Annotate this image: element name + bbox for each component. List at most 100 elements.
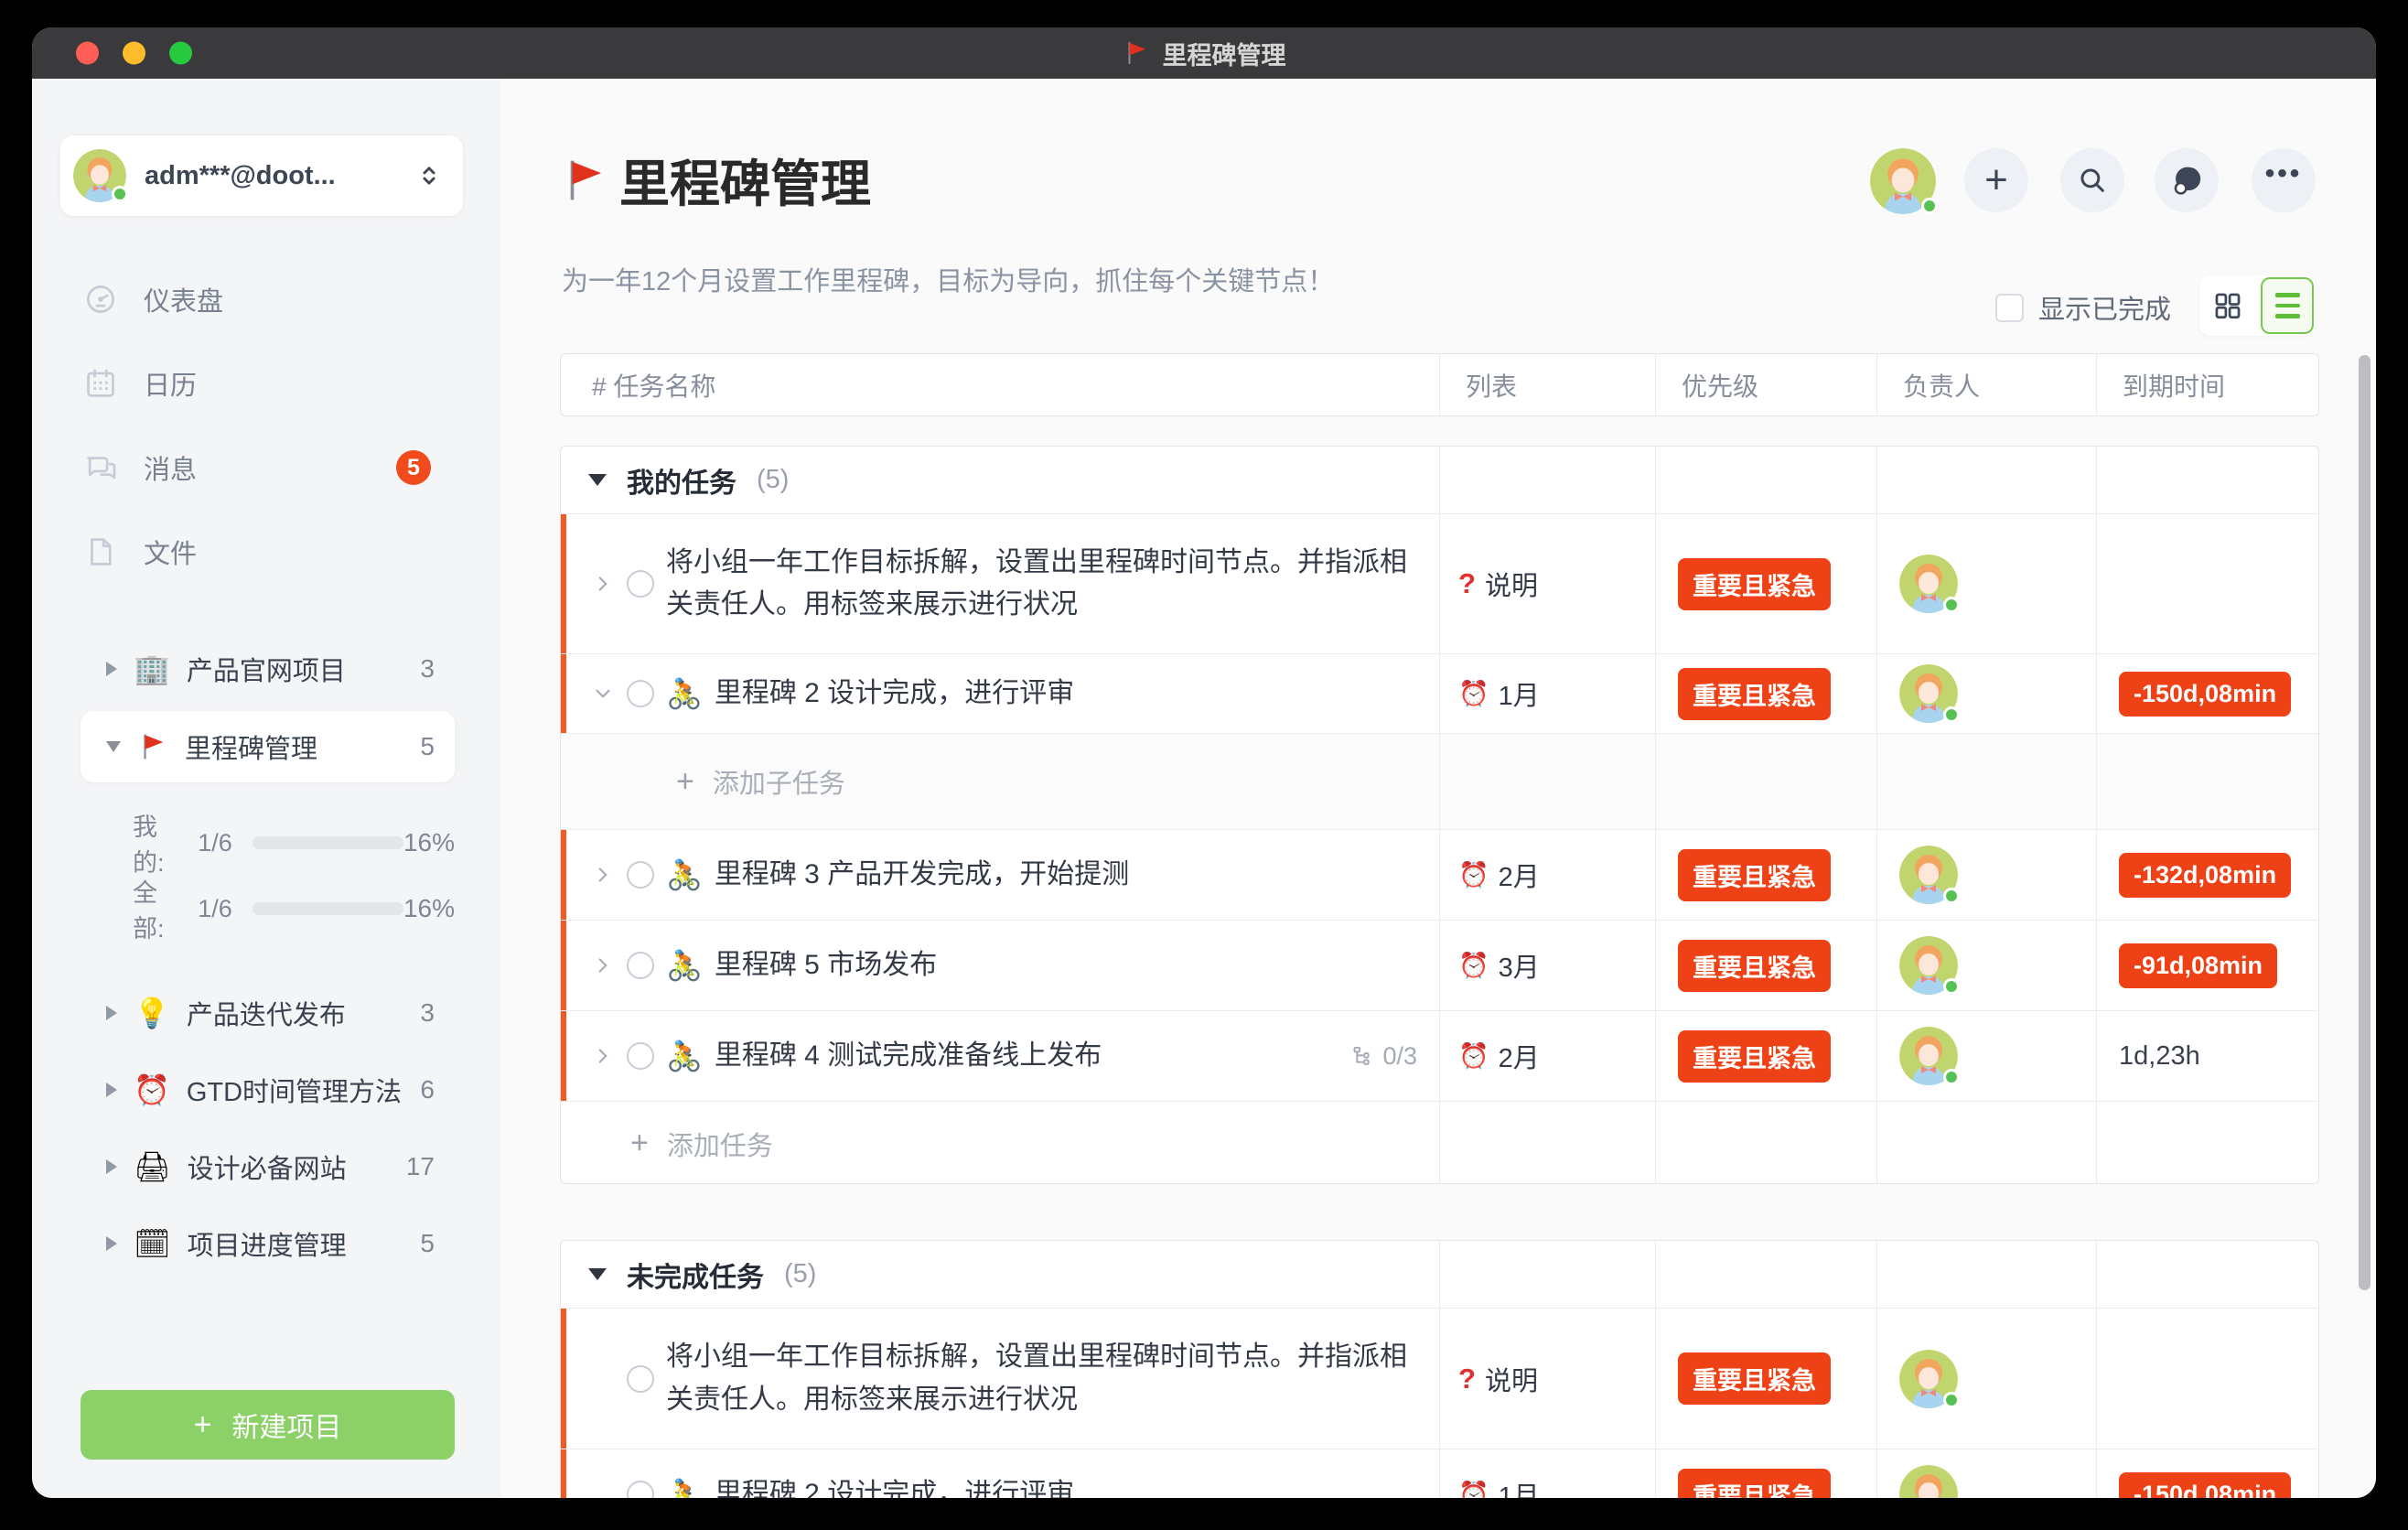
calendar-icon [83,366,118,401]
sidebar-item-calendar[interactable]: 日历 [60,354,463,413]
board-view-button[interactable] [2201,277,2254,334]
expand-right-icon[interactable] [106,1159,117,1174]
view-toggle [2199,275,2316,336]
account-switcher[interactable]: adm***@doot... [60,135,463,216]
project-emoji: 🗓 [134,1226,171,1261]
cyclist-emoji: 🚴 [666,1477,703,1498]
collapse-down-icon[interactable] [588,474,607,486]
list-name: 2月 [1499,856,1540,894]
project-item[interactable]: 🖨 设计必备网站 17 [81,1137,455,1196]
expand-right-icon[interactable] [106,662,117,676]
task-checkbox[interactable] [627,1481,654,1498]
collapse-down-icon[interactable] [591,682,615,706]
task-row[interactable]: 将小组一年工作目标拆解，设置出里程碑时间节点。并指派相关责任人。用标签来展示进行… [561,1308,2318,1449]
project-item[interactable]: 🏢 产品官网项目 3 [81,640,455,698]
collapse-down-icon[interactable] [106,741,121,752]
assignee-avatar[interactable] [1899,1350,1958,1408]
task-checkbox[interactable] [627,680,654,707]
expand-right-icon[interactable] [591,572,615,596]
project-label: 里程碑管理 [185,727,317,766]
column-header-list[interactable]: 列表 [1439,354,1655,415]
board-grid-icon [2212,290,2243,321]
task-checkbox[interactable] [627,1042,654,1070]
assignee-avatar[interactable] [1899,1465,1958,1498]
subtask-tree-icon [1350,1044,1375,1069]
assignee-avatar[interactable] [1899,1027,1958,1085]
expand-right-icon[interactable] [591,1044,615,1068]
member-avatar[interactable] [1870,148,1936,214]
question-mark-icon: ? [1458,567,1476,600]
priority-badge: 重要且紧急 [1678,849,1831,901]
assignee-avatar[interactable] [1899,555,1958,613]
progress-bar [253,836,403,849]
vertical-scrollbar[interactable] [2359,355,2370,1290]
progress-percent: 16% [403,828,455,857]
search-button[interactable] [2060,148,2124,212]
list-view-button[interactable] [2261,277,2314,334]
project-item[interactable]: 🗓 项目进度管理 5 [81,1214,455,1273]
online-status-dot [1943,706,1960,723]
show-completed-toggle[interactable]: 显示已完成 [1995,288,2171,327]
plus-icon: + [676,764,694,800]
cyclist-emoji: 🚴 [666,676,703,711]
task-checkbox[interactable] [627,570,654,598]
cyclist-emoji: 🚴 [666,948,703,983]
task-row[interactable]: 🚴 里程碑 2 设计完成，进行评审 ⏰1月 重要且紧急 -150d,08min [561,1449,2318,1498]
due-badge: -132d,08min [2119,853,2291,898]
task-row[interactable]: 🚴 里程碑 2 设计完成，进行评审 ⏰1月 重要且紧急 -150d,08min [561,653,2318,733]
alarm-clock-icon: ⏰ [1458,1480,1489,1498]
expand-right-icon[interactable] [591,954,615,977]
assignee-avatar[interactable] [1899,936,1958,995]
cyclist-emoji: 🚴 [666,1039,703,1073]
column-header-name[interactable]: # 任务名称 [561,354,1439,415]
project-item-selected[interactable]: 里程碑管理 5 [81,711,455,782]
project-item[interactable]: 💡 产品迭代发布 3 [81,984,455,1042]
zoom-window-button[interactable] [169,42,192,65]
expand-right-icon[interactable] [591,863,615,887]
expand-right-icon[interactable] [106,1236,117,1251]
sidebar-item-dashboard[interactable]: 仪表盘 [60,270,463,329]
collapse-down-icon[interactable] [588,1268,607,1280]
chat-button[interactable] [2155,148,2219,212]
task-checkbox[interactable] [627,861,654,889]
column-header-assignee[interactable]: 负责人 [1876,354,2096,415]
online-status-dot [1943,1069,1960,1085]
sidebar-item-label: 仪表盘 [144,280,223,318]
alarm-clock-icon: ⏰ [1458,679,1489,708]
column-header-due[interactable]: 到期时间 [2096,354,2318,415]
task-row[interactable]: 将小组一年工作目标拆解，设置出里程碑时间节点。并指派相关责任人。用标签来展示进行… [561,513,2318,653]
task-checkbox[interactable] [627,952,654,979]
project-count: 3 [420,654,435,684]
expand-right-icon[interactable] [106,1006,117,1020]
group-title: 我的任务 [627,460,736,501]
progress-row-all: 全部: 1/6 16% [81,892,455,925]
group-header[interactable]: 未完成任务 (5) [561,1241,2318,1308]
task-row[interactable]: 🚴 里程碑 5 市场发布 ⏰3月 重要且紧急 -91d,08min [561,920,2318,1010]
sidebar-item-label: 消息 [144,448,197,487]
group-header[interactable]: 我的任务 (5) [561,447,2318,513]
new-project-button[interactable]: + 新建项目 [81,1390,455,1460]
add-subtask-label: 添加子任务 [713,762,845,801]
minimize-window-button[interactable] [123,42,145,65]
task-row[interactable]: 🚴 里程碑 3 产品开发完成，开始提测 ⏰2月 重要且紧急 -132d,08mi… [561,829,2318,920]
sidebar-item-files[interactable]: 文件 [60,523,463,581]
close-window-button[interactable] [76,42,99,65]
sidebar-menu: 仪表盘 日历 消息 5 [60,270,463,607]
show-completed-checkbox[interactable] [1995,294,2024,322]
task-checkbox[interactable] [627,1365,654,1393]
task-row[interactable]: 🚴 里程碑 4 测试完成准备线上发布 0/3 ⏰2月 重要且紧急 1d,23h [561,1010,2318,1101]
add-subtask-row[interactable]: + 添加子任务 [561,733,2318,829]
plus-icon: + [1984,157,2008,203]
list-view-icon [2275,293,2300,318]
add-task-row[interactable]: +添加任务 [561,1101,2318,1184]
sidebar-item-messages[interactable]: 消息 5 [60,438,463,497]
messages-icon [83,450,118,485]
assignee-avatar[interactable] [1899,664,1958,723]
add-member-button[interactable]: + [1964,148,2028,212]
more-options-button[interactable]: ••• [2252,148,2316,212]
assignee-avatar[interactable] [1899,846,1958,904]
page-title: 里程碑管理 [619,143,871,216]
column-header-priority[interactable]: 优先级 [1655,354,1876,415]
project-item[interactable]: ⏰ GTD时间管理方法 6 [81,1061,455,1119]
expand-right-icon[interactable] [106,1083,117,1097]
